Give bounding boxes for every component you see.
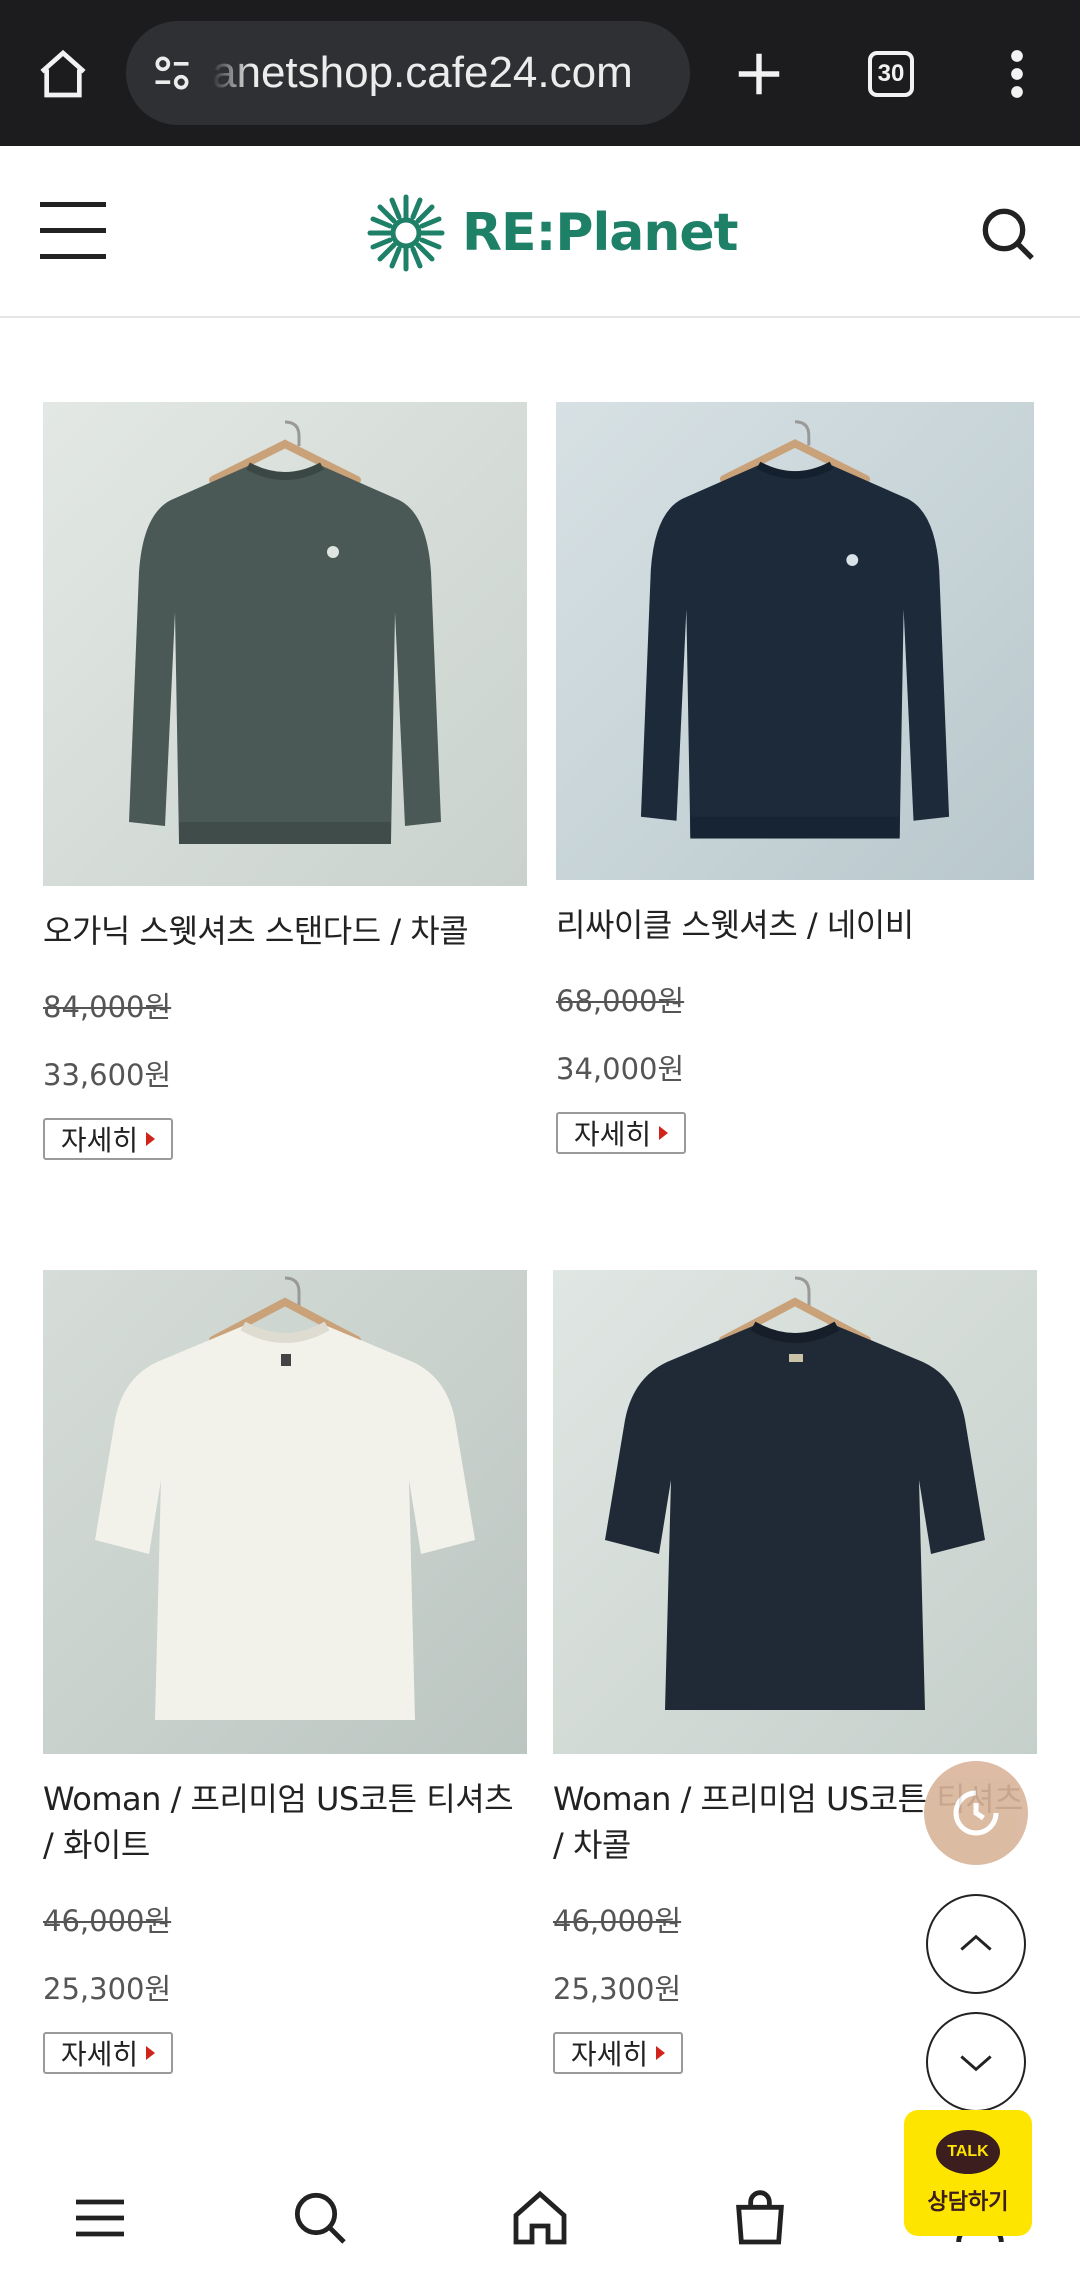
logo-text: RE:Planet — [462, 203, 739, 263]
chevron-up-icon — [960, 1934, 992, 1951]
product-card[interactable]: 리싸이클 스웻셔츠 / 네이비 68,000원 34,000원 자세히 — [556, 402, 1034, 1154]
arrow-right-icon — [146, 1132, 156, 1146]
logo[interactable]: RE:Planet — [366, 188, 739, 278]
site-header: RE:Planet — [0, 146, 1080, 318]
menu-icon[interactable] — [68, 2186, 132, 2250]
chevron-down-icon — [960, 2055, 992, 2072]
detail-button-label: 자세히 — [570, 2038, 649, 2071]
browser-toolbar: anetshop.cafe24.com 30 — [0, 0, 1080, 146]
detail-button-label: 자세히 — [573, 1118, 652, 1151]
arrow-right-icon — [146, 2046, 156, 2060]
tab-count: 30 — [868, 51, 914, 97]
site-settings-icon[interactable] — [146, 47, 198, 99]
search-icon[interactable] — [288, 2186, 352, 2250]
detail-button[interactable]: 자세히 — [556, 1112, 686, 1154]
url-bar[interactable]: anetshop.cafe24.com — [126, 21, 690, 125]
scroll-top-button[interactable] — [926, 1894, 1026, 1994]
detail-button-label: 자세히 — [60, 1124, 139, 1157]
new-tab-icon[interactable] — [720, 35, 798, 113]
product-image[interactable] — [553, 1270, 1037, 1754]
product-sale-price: 33,600원 — [43, 1058, 172, 1092]
detail-button[interactable]: 자세히 — [43, 2032, 173, 2074]
product-original-price: 84,000원 — [43, 990, 172, 1024]
product-sale-price: 34,000원 — [556, 1052, 685, 1086]
product-image[interactable] — [43, 402, 527, 886]
sun-logo-icon — [367, 194, 445, 272]
product-card[interactable]: 오가닉 스웻셔츠 스탠다드 / 차콜 84,000원 33,600원 자세히 — [43, 402, 527, 1160]
product-image[interactable] — [43, 1270, 527, 1754]
product-image[interactable] — [556, 402, 1034, 880]
product-title[interactable]: Woman / 프리미엄 US코튼 티셔츠 / 화이트 — [43, 1776, 527, 1868]
arrow-right-icon — [656, 2046, 666, 2060]
home-icon[interactable] — [508, 2186, 572, 2250]
scroll-bottom-button[interactable] — [926, 2012, 1026, 2112]
menu-icon[interactable] — [40, 202, 106, 262]
detail-button[interactable]: 자세히 — [43, 1118, 173, 1160]
product-sale-price: 25,300원 — [43, 1972, 172, 2006]
tab-switcher-button[interactable]: 30 — [852, 35, 930, 113]
kakao-talk-icon: TALK — [936, 2130, 1000, 2174]
product-title[interactable]: 리싸이클 스웻셔츠 / 네이비 — [556, 902, 1034, 948]
more-options-icon[interactable] — [978, 35, 1056, 113]
product-title[interactable]: 오가닉 스웻셔츠 스탠다드 / 차콜 — [43, 908, 527, 954]
product-card[interactable]: Woman / 프리미엄 US코튼 티셔츠 / 화이트 46,000원 25,3… — [43, 1270, 527, 2074]
cart-icon[interactable] — [728, 2186, 792, 2250]
search-icon[interactable] — [976, 202, 1040, 266]
recent-view-icon — [953, 1790, 999, 1836]
product-original-price: 46,000원 — [43, 1904, 172, 1938]
url-fade — [212, 21, 252, 125]
home-icon[interactable] — [24, 35, 102, 113]
product-original-price: 68,000원 — [556, 984, 685, 1018]
kakao-talk-button[interactable]: TALK 상담하기 — [904, 2110, 1032, 2236]
recent-view-button[interactable] — [924, 1761, 1028, 1865]
url-text: anetshop.cafe24.com — [212, 48, 633, 97]
detail-button[interactable]: 자세히 — [553, 2032, 683, 2074]
kakao-label: 상담하기 — [927, 2190, 1009, 2215]
detail-button-label: 자세히 — [60, 2038, 139, 2071]
arrow-right-icon — [659, 1126, 669, 1140]
